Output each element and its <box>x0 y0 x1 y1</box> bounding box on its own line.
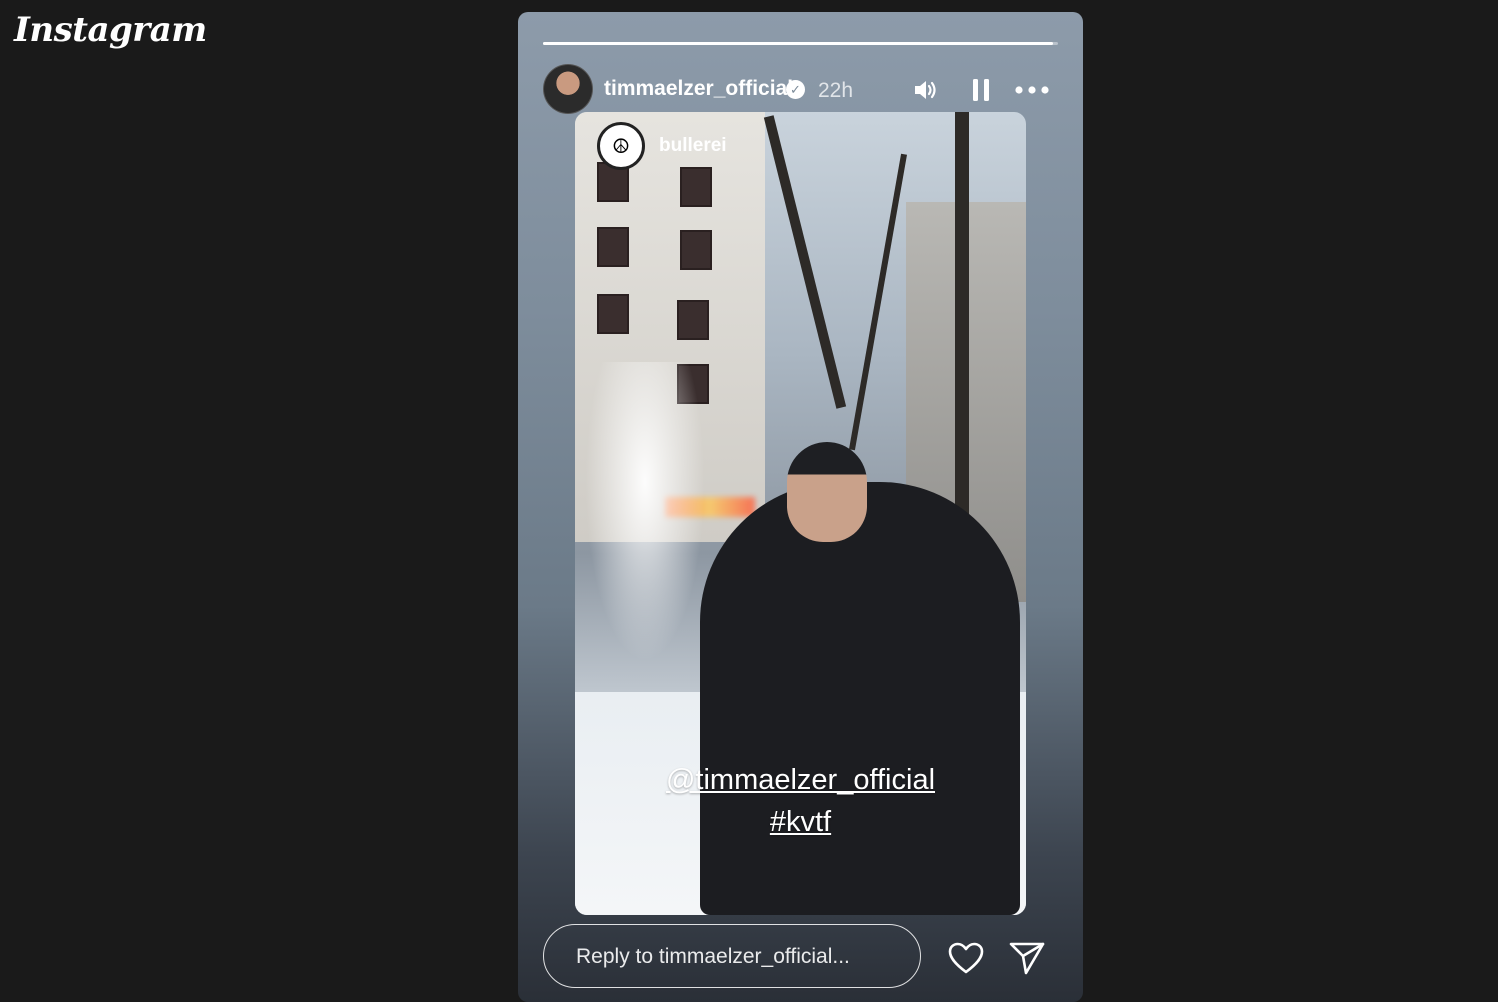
person-head <box>787 442 867 542</box>
more-options-icon[interactable] <box>1012 76 1052 104</box>
person <box>700 482 1020 915</box>
reply-input[interactable] <box>574 925 898 989</box>
heart-icon[interactable] <box>946 939 986 977</box>
send-icon[interactable] <box>1007 939 1047 977</box>
story-header: timmaelzer_official ✓ 22h <box>543 64 1058 114</box>
mention-sticker[interactable]: @timmaelzer_official <box>575 764 1026 797</box>
verified-badge-icon: ✓ <box>786 80 805 99</box>
reshared-from-tag[interactable]: ☮ bullerei <box>597 122 727 170</box>
reply-field-container[interactable] <box>543 924 921 989</box>
reshared-username[interactable]: bullerei <box>659 135 727 157</box>
story-progress-bar <box>543 42 1058 45</box>
snow-cloud <box>585 362 705 662</box>
author-username[interactable]: timmaelzer_official <box>604 77 793 101</box>
instagram-logo[interactable]: Instagram <box>14 10 207 50</box>
hashtag-sticker[interactable]: #kvtf <box>575 806 1026 839</box>
volume-icon[interactable] <box>910 76 942 104</box>
author-avatar[interactable] <box>543 64 593 114</box>
story-media[interactable]: ☮ bullerei @timmaelzer_official #kvtf <box>575 112 1026 915</box>
story-timestamp: 22h <box>818 79 854 102</box>
bullerei-avatar[interactable]: ☮ <box>597 122 645 170</box>
story-progress-fill <box>543 42 1053 45</box>
story-viewer[interactable]: timmaelzer_official ✓ 22h ☮ bullerei @ti… <box>518 12 1083 1002</box>
pause-icon[interactable] <box>968 76 994 104</box>
